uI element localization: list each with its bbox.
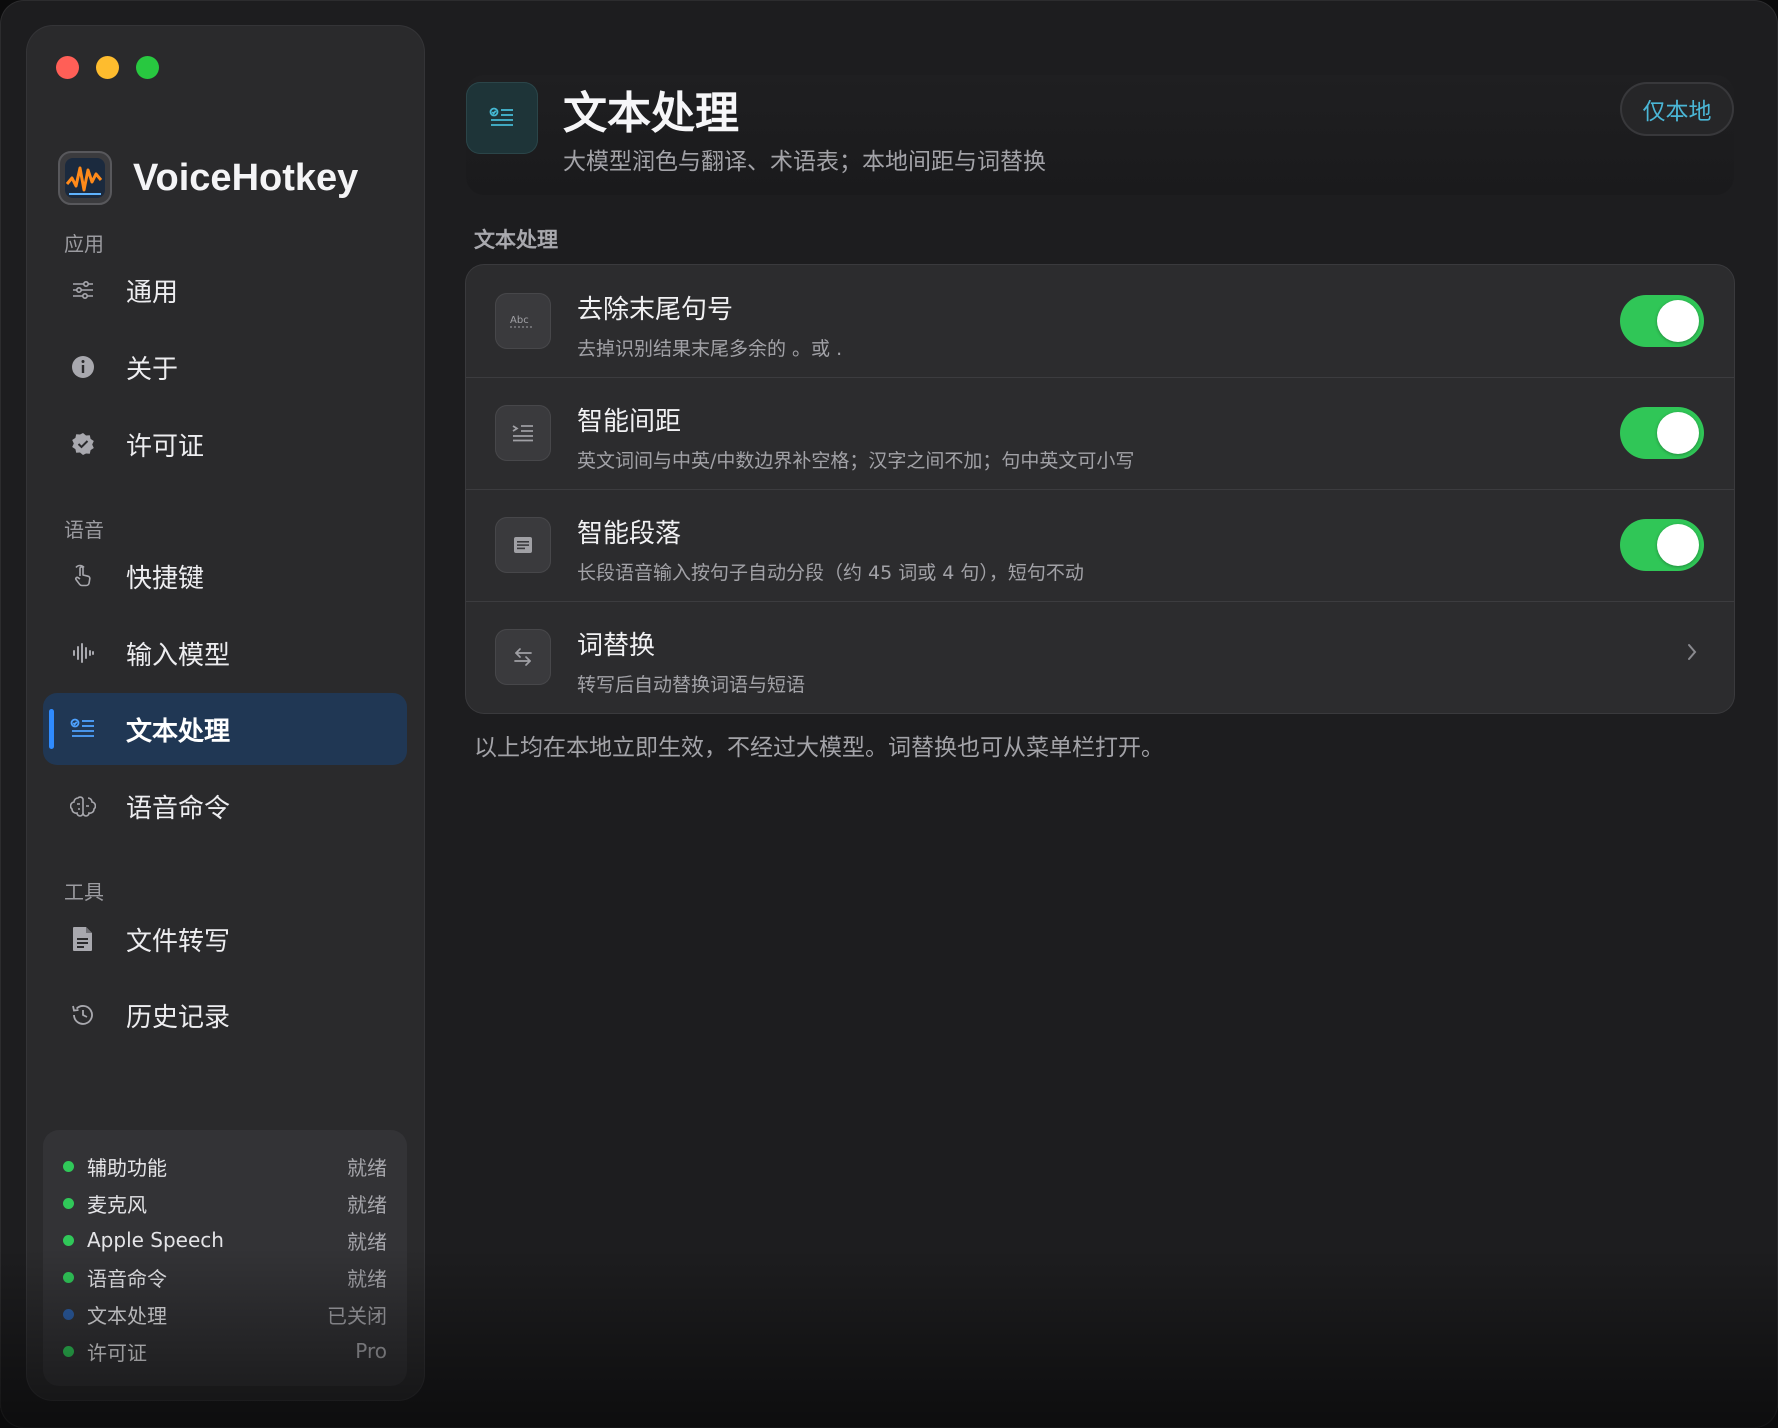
minimize-window-button[interactable] bbox=[96, 56, 119, 79]
app-title: VoiceHotkey bbox=[133, 156, 359, 199]
document-icon bbox=[69, 925, 97, 953]
footnote: 以上均在本地立即生效，不经过大模型。词替换也可从菜单栏打开。 bbox=[474, 735, 1164, 761]
setting-title: 去除末尾句号 bbox=[577, 295, 734, 325]
status-row-microphone: 麦克风 就绪 bbox=[63, 1187, 387, 1219]
status-name: 辅助功能 bbox=[87, 1155, 167, 1180]
text-checklist-icon bbox=[466, 82, 538, 154]
zoom-window-button[interactable] bbox=[136, 56, 159, 79]
section-label-app: 应用 bbox=[64, 232, 104, 256]
sidebar-item-label: 文本处理 bbox=[126, 716, 231, 747]
close-window-button[interactable] bbox=[56, 56, 79, 79]
setting-title: 词替换 bbox=[577, 631, 656, 661]
page-header: 文本处理 大模型润色与翻译、术语表；本地间距与词替换 仅本地 bbox=[466, 75, 1734, 195]
sidebar: VoiceHotkey 应用 通用 关于 许可证 语音 快捷键 输入模型 文本处… bbox=[27, 26, 424, 1400]
group-label: 文本处理 bbox=[474, 228, 558, 252]
status-value: 就绪 bbox=[347, 1266, 387, 1291]
text-checklist-icon bbox=[69, 715, 97, 743]
status-name: 语音命令 bbox=[87, 1266, 167, 1291]
status-row-license: 许可证 Pro bbox=[63, 1335, 387, 1367]
status-row-accessibility: 辅助功能 就绪 bbox=[63, 1150, 387, 1182]
status-row-text-processing: 文本处理 已关闭 bbox=[63, 1298, 387, 1330]
setting-description: 去掉识别结果末尾多余的 。或 . bbox=[577, 338, 843, 360]
sidebar-item-label: 许可证 bbox=[126, 431, 205, 462]
status-indicator bbox=[63, 1234, 74, 1246]
status-name: 麦克风 bbox=[87, 1192, 147, 1217]
sidebar-item-file-transcription[interactable]: 文件转写 bbox=[43, 903, 407, 975]
sidebar-item-history[interactable]: 历史记录 bbox=[43, 979, 407, 1051]
swap-arrows-icon bbox=[495, 629, 551, 685]
verified-badge-icon bbox=[69, 430, 97, 458]
sidebar-item-label: 语音命令 bbox=[126, 793, 231, 824]
sidebar-item-label: 输入模型 bbox=[126, 640, 231, 671]
text-indent-icon bbox=[495, 405, 551, 461]
section-label-tools: 工具 bbox=[64, 880, 104, 904]
status-indicator bbox=[63, 1345, 74, 1357]
abc-icon: Abc bbox=[495, 293, 551, 349]
waveform-icon bbox=[69, 639, 97, 667]
divider bbox=[466, 489, 1734, 490]
section-label-voice: 语音 bbox=[64, 518, 104, 542]
sidebar-item-hotkeys[interactable]: 快捷键 bbox=[43, 540, 407, 612]
sidebar-item-label: 文件转写 bbox=[126, 926, 231, 957]
setting-row-remove-trailing-period: Abc 去除末尾句号 去掉识别结果末尾多余的 。或 . bbox=[466, 265, 1734, 377]
brain-icon bbox=[69, 792, 97, 820]
sidebar-item-voice-commands[interactable]: 语音命令 bbox=[43, 770, 407, 842]
remove-trailing-period-toggle[interactable] bbox=[1620, 295, 1704, 347]
sliders-icon bbox=[69, 276, 97, 304]
status-name: Apple Speech bbox=[87, 1228, 224, 1252]
setting-row-smart-paragraph: 智能段落 长段语音输入按句子自动分段（约 45 词或 4 句），短句不动 bbox=[466, 489, 1734, 601]
hand-pointer-icon bbox=[69, 562, 97, 590]
settings-card: Abc 去除末尾句号 去掉识别结果末尾多余的 。或 . 智能间距 英文词间与中英… bbox=[466, 265, 1734, 713]
sidebar-item-label: 快捷键 bbox=[126, 563, 205, 594]
chevron-right-icon bbox=[1686, 639, 1698, 669]
status-indicator bbox=[63, 1197, 74, 1209]
status-row-apple-speech: Apple Speech 就绪 bbox=[63, 1224, 387, 1256]
sidebar-item-general[interactable]: 通用 bbox=[43, 254, 407, 326]
status-name: 文本处理 bbox=[87, 1303, 167, 1328]
status-indicator bbox=[63, 1308, 74, 1320]
setting-row-smart-spacing: 智能间距 英文词间与中英/中数边界补空格；汉字之间不加；句中英文可小写 bbox=[466, 377, 1734, 489]
status-row-voice-commands: 语音命令 就绪 bbox=[63, 1261, 387, 1293]
sidebar-item-about[interactable]: 关于 bbox=[43, 331, 407, 403]
status-value: 已关闭 bbox=[327, 1303, 387, 1328]
sidebar-item-license[interactable]: 许可证 bbox=[43, 408, 407, 480]
divider bbox=[466, 601, 1734, 602]
divider bbox=[466, 377, 1734, 378]
sidebar-item-input-model[interactable]: 输入模型 bbox=[43, 617, 407, 689]
sidebar-item-label: 通用 bbox=[126, 277, 179, 308]
app-window: VoiceHotkey 应用 通用 关于 许可证 语音 快捷键 输入模型 文本处… bbox=[0, 0, 1778, 1428]
status-value: 就绪 bbox=[347, 1229, 387, 1254]
page-title: 文本处理 bbox=[563, 88, 739, 139]
app-logo-icon bbox=[58, 151, 112, 205]
sidebar-item-label: 关于 bbox=[126, 354, 179, 385]
sidebar-item-label: 历史记录 bbox=[126, 1002, 231, 1033]
status-name: 许可证 bbox=[87, 1340, 147, 1365]
status-value: 就绪 bbox=[347, 1155, 387, 1180]
status-indicator bbox=[63, 1271, 74, 1283]
smart-paragraph-toggle[interactable] bbox=[1620, 519, 1704, 571]
setting-title: 智能段落 bbox=[577, 519, 682, 549]
local-only-badge[interactable]: 仅本地 bbox=[1620, 82, 1734, 136]
smart-spacing-toggle[interactable] bbox=[1620, 407, 1704, 459]
info-icon bbox=[69, 353, 97, 381]
page-subtitle: 大模型润色与翻译、术语表；本地间距与词替换 bbox=[563, 149, 1046, 175]
setting-description: 英文词间与中英/中数边界补空格；汉字之间不加；句中英文可小写 bbox=[577, 450, 1135, 472]
status-value: Pro bbox=[355, 1339, 387, 1363]
status-panel: 辅助功能 就绪 麦克风 就绪 Apple Speech 就绪 语音命令 就绪 文… bbox=[43, 1130, 407, 1386]
app-brand: VoiceHotkey bbox=[57, 150, 358, 206]
status-indicator bbox=[63, 1160, 74, 1172]
history-icon bbox=[69, 1001, 97, 1029]
setting-title: 智能间距 bbox=[577, 407, 682, 437]
sidebar-item-text-processing[interactable]: 文本处理 bbox=[43, 693, 407, 765]
paragraph-icon bbox=[495, 517, 551, 573]
setting-row-word-replacement[interactable]: 词替换 转写后自动替换词语与短语 bbox=[466, 601, 1734, 713]
setting-description: 转写后自动替换词语与短语 bbox=[577, 674, 806, 696]
svg-text:Abc: Abc bbox=[510, 315, 529, 326]
window-controls bbox=[56, 56, 159, 79]
status-value: 就绪 bbox=[347, 1192, 387, 1217]
setting-description: 长段语音输入按句子自动分段（约 45 词或 4 句），短句不动 bbox=[577, 562, 1084, 584]
